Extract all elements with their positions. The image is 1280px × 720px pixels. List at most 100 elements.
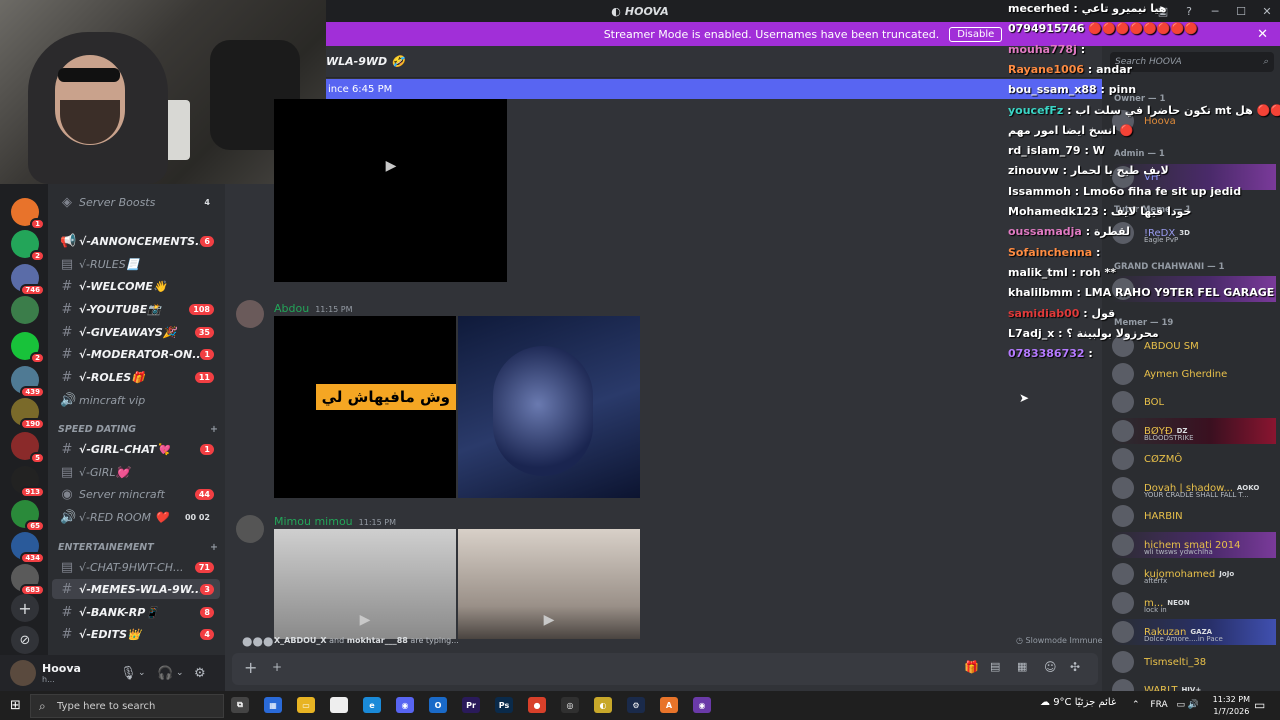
new-messages-bar[interactable]: ince 6:45 PM (326, 79, 1102, 99)
add-attachment-icon[interactable]: + (244, 658, 257, 677)
server-icon[interactable]: 746 (11, 264, 45, 296)
weather-widget[interactable]: ☁ 9°C غائم جزئيًا (1040, 697, 1116, 708)
video-attachment[interactable]: ▶ (274, 99, 507, 282)
member-item[interactable]: BØYĐ DZ BLOODSTRIKE (1112, 418, 1276, 444)
server-icon[interactable]: 1 (11, 198, 45, 230)
gif-icon[interactable]: ▤ (990, 660, 1000, 673)
photoshop-icon[interactable]: Ps (495, 697, 513, 713)
chevron-up-icon[interactable]: ⌃ (1132, 700, 1140, 710)
disable-button[interactable]: Disable (949, 26, 1003, 42)
app-icon[interactable]: A (660, 697, 678, 713)
video-attachment[interactable]: ▶ (458, 529, 640, 639)
channel-item[interactable]: # √-YOUTUBE📸 108 (52, 299, 220, 319)
server-icon[interactable]: 683 (11, 564, 45, 596)
notification-icon[interactable]: ▭ (1254, 698, 1265, 712)
author-name[interactable]: Mimou mimou (274, 515, 353, 528)
member-item[interactable]: Tismselti_38 (1112, 649, 1276, 675)
obs-icon[interactable]: ◎ (561, 697, 579, 713)
tray-icons[interactable]: ⌃ FRA ▭ 🔊 (1132, 700, 1199, 710)
channel-item[interactable]: # √-MODERATOR-ON... 1 (52, 344, 220, 364)
windows-start-icon[interactable]: ⊞ (10, 698, 21, 713)
server-icon[interactable]: 190 (11, 398, 45, 430)
outlook-icon[interactable]: O (429, 697, 447, 713)
taskbar-clock[interactable]: 11:32 PM 1/7/2026 (1213, 694, 1250, 718)
member-item[interactable]: CØZMÔ (1112, 446, 1276, 472)
edge-icon[interactable]: e (363, 697, 381, 713)
image-attachment[interactable] (458, 316, 640, 498)
headphones-icon[interactable]: 🎧 (157, 666, 173, 681)
notepad-icon[interactable] (330, 697, 348, 713)
server-icon[interactable]: 5 (11, 432, 45, 464)
steam-icon[interactable]: ⚙ (627, 697, 645, 713)
channel-item[interactable]: 🔊 mincraft vip (52, 390, 220, 410)
server-icon[interactable] (11, 296, 39, 324)
chrome-icon[interactable]: ● (528, 697, 546, 713)
taskbar-search[interactable]: ⌕ Type here to search (30, 694, 224, 718)
channel-item[interactable]: # √-EDITS👑 4 (52, 624, 220, 644)
video-attachment[interactable]: ▶ (274, 529, 456, 639)
member-item[interactable]: Dovah | shadow... AOKO YOUR CRADLE SHALL F… (1112, 475, 1276, 501)
server-icon[interactable]: 913 (11, 466, 45, 498)
server-icon[interactable]: 2 (11, 230, 45, 262)
channel-item[interactable]: # √-MEMES-WLA-9W... 3 (52, 579, 220, 599)
channel-item[interactable]: ◈ Server Boosts 4 (52, 192, 220, 212)
server-icon[interactable]: 65 (11, 500, 45, 532)
gift-icon[interactable]: 🎁 (964, 660, 979, 674)
store-icon[interactable]: ▦ (264, 697, 282, 713)
message-author[interactable]: Abdou 11:15 PM (274, 302, 353, 315)
channel-item[interactable]: 📢 √-ANNONCEMENTS... 6 (52, 231, 220, 251)
apps-icon[interactable]: ✣ (1070, 660, 1080, 674)
avatar[interactable] (236, 300, 264, 328)
task-view-icon[interactable]: ⧉ (231, 697, 249, 713)
premiere-icon[interactable]: Pr (462, 697, 480, 713)
chevron-down-icon[interactable]: ⌄ (176, 668, 184, 678)
volume-icon[interactable]: 🔊 (1188, 700, 1199, 710)
member-item[interactable]: kujomohamed JoJo afterfx (1112, 561, 1276, 587)
message-author[interactable]: Mimou mimou 11:15 PM (274, 515, 396, 528)
member-item[interactable]: hichem smati 2014 wli twsws ydwchlha (1112, 532, 1276, 558)
gear-icon[interactable]: ⚙ (194, 666, 206, 681)
member-item[interactable]: HARBIN (1112, 503, 1276, 529)
channel-item[interactable]: # √-WELCOME👋 (52, 276, 220, 296)
chevron-down-icon[interactable]: ⌄ (138, 668, 146, 678)
avatar[interactable] (236, 515, 264, 543)
category-header[interactable]: ENTERTAINEMENT + (58, 542, 218, 553)
channel-item[interactable]: 🔊 √-RED ROOM ❤️ 00 02 (52, 507, 220, 527)
plus-icon[interactable]: + (210, 424, 218, 435)
member-item[interactable]: m... NEON lock in (1112, 590, 1276, 616)
category-header[interactable]: SPEED DATING + (58, 424, 218, 435)
discover-icon[interactable]: ⊘ (11, 626, 39, 654)
channel-item[interactable]: # √-BANK-RP📱 8 (52, 602, 220, 622)
channel-item[interactable]: ▤ √-RULES📃 (52, 254, 220, 274)
server-icon[interactable]: 2 (11, 332, 45, 364)
file-explorer-icon[interactable]: ▭ (297, 697, 315, 713)
message-composer[interactable]: + + 🎁 ▤ ▦ ☺ ✣ (232, 653, 1098, 685)
microphone-icon[interactable]: 🎙 (120, 666, 137, 681)
language-indicator[interactable]: FRA (1150, 700, 1167, 710)
server-icon[interactable]: 439 (11, 366, 45, 398)
image-attachment[interactable]: وش مافيهاش لي (274, 316, 456, 498)
member-item[interactable]: Rakuzan GAZA Dolce Amore....in Pace (1112, 619, 1276, 645)
play-icon[interactable]: ▶ (538, 609, 560, 631)
channel-item[interactable]: # √-GIRL-CHAT💘 1 (52, 439, 220, 459)
app-icon[interactable]: ◐ (594, 697, 612, 713)
plus-icon[interactable]: + (272, 660, 282, 674)
play-icon[interactable]: ▶ (354, 609, 376, 631)
app-icon[interactable]: ◉ (693, 697, 711, 713)
channel-item[interactable]: # √-ROLES🎁 11 (52, 367, 220, 387)
sticker-icon[interactable]: ▦ (1017, 660, 1027, 673)
network-icon[interactable]: ▭ (1177, 700, 1186, 710)
add-server-icon[interactable]: + (11, 594, 39, 622)
channel-item[interactable]: ▤ √-CHAT-9HWT-CH... 71 (52, 557, 220, 577)
author-name[interactable]: Abdou (274, 302, 309, 315)
plus-icon[interactable]: + (210, 542, 218, 553)
channel-item[interactable]: ◉ Server mincraft 44 (52, 484, 220, 504)
play-icon[interactable]: ▶ (380, 155, 402, 177)
server-icon[interactable]: 434 (11, 532, 45, 564)
member-item[interactable]: BOL (1112, 389, 1276, 415)
discord-icon[interactable]: ◉ (396, 697, 414, 713)
emoji-icon[interactable]: ☺ (1044, 660, 1057, 674)
channel-item[interactable]: # √-GIVEAWAYS🎉 35 (52, 322, 220, 342)
channel-item[interactable]: ▤ √-GIRL💓 (52, 462, 220, 482)
avatar[interactable] (10, 660, 36, 686)
